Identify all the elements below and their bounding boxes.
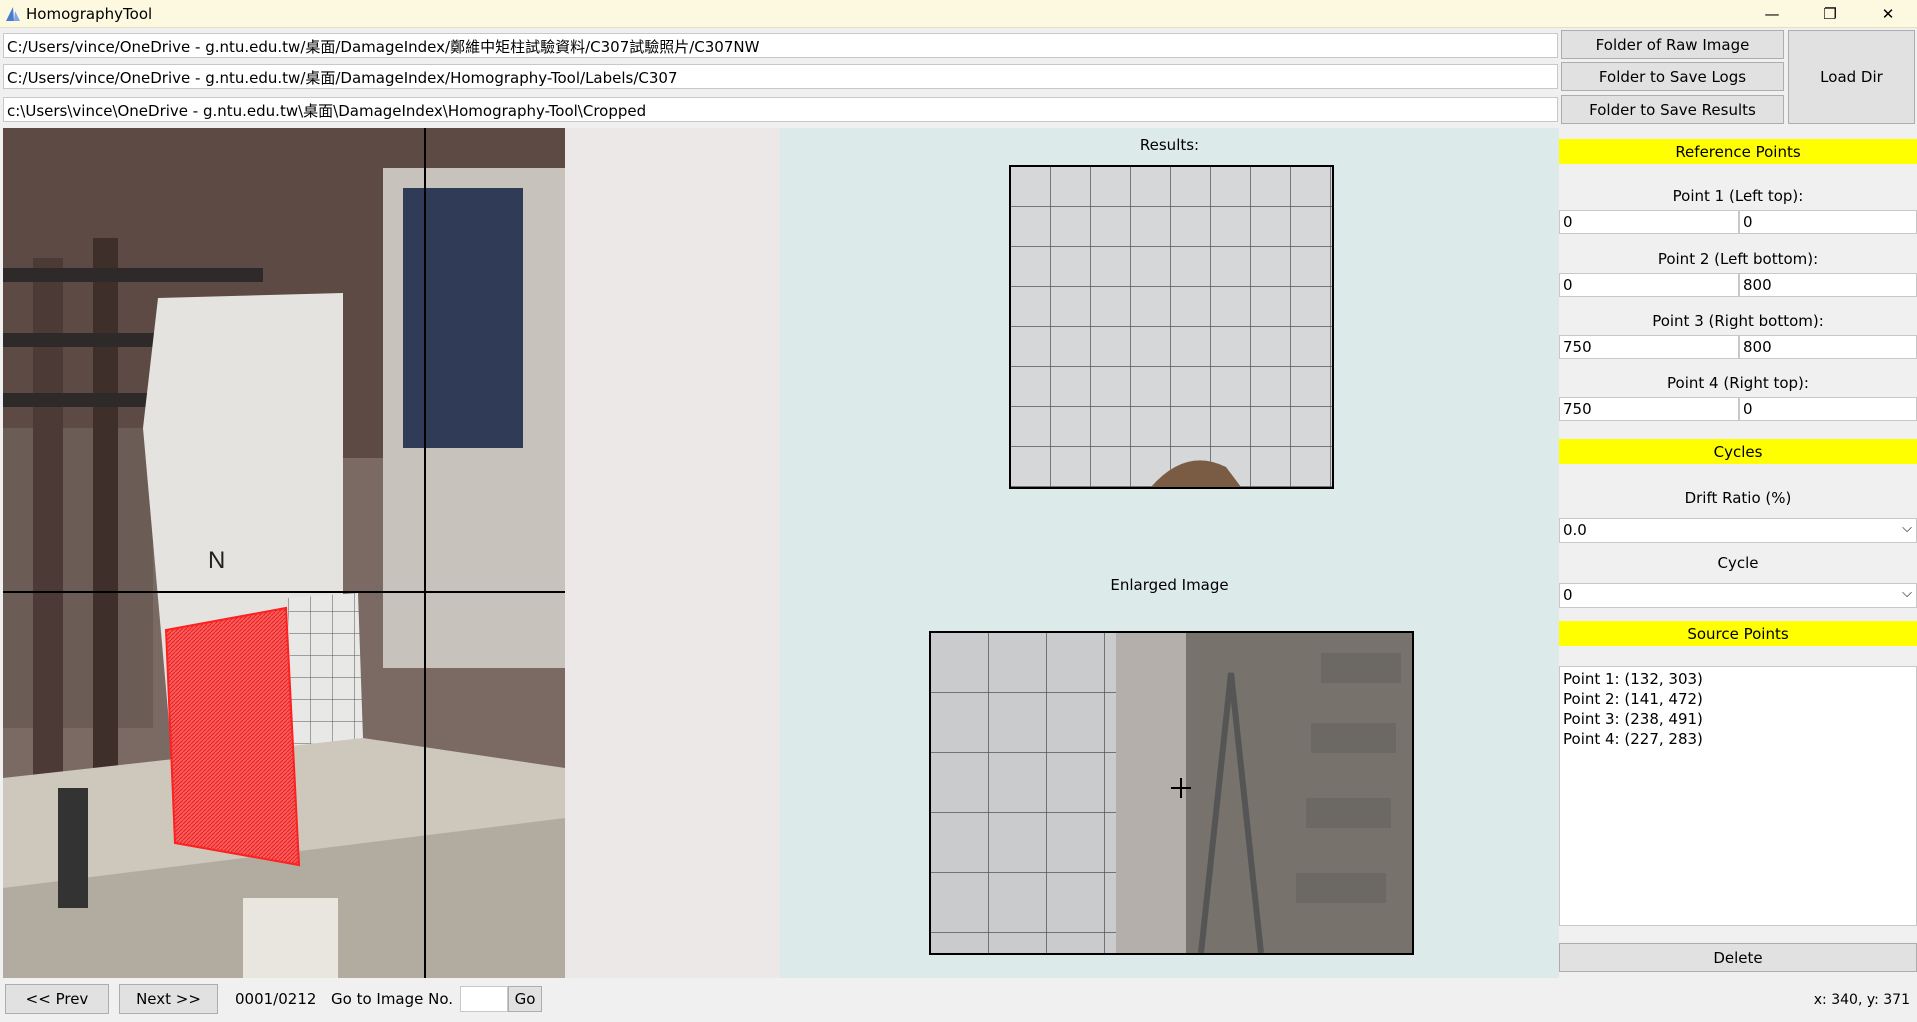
point2-label: Point 2 (Left bottom): (1657, 250, 1819, 268)
results-panel: Results: Enlarged Image (780, 128, 1559, 978)
selection-polygon[interactable] (164, 606, 301, 867)
list-item[interactable]: Point 2: (141, 472) (1563, 689, 1913, 709)
cycles-header: Cycles (1559, 439, 1917, 464)
results-grid (1011, 167, 1332, 487)
point1-y-field[interactable]: 0 (1739, 210, 1917, 234)
list-item[interactable]: Point 4: (227, 283) (1563, 729, 1913, 749)
close-icon: ✕ (1881, 5, 1895, 23)
point1-x-field[interactable]: 0 (1559, 210, 1739, 234)
sidebar: Reference Points Point 1 (Left top): 0 0… (1559, 128, 1917, 978)
restore-button[interactable]: ❐ (1801, 0, 1859, 28)
folder-save-results-button[interactable]: Folder to Save Results (1561, 95, 1784, 124)
point4-y-field[interactable]: 0 (1739, 397, 1917, 421)
point3-x-field[interactable]: 750 (1559, 335, 1739, 359)
results-path-field[interactable]: c:\Users\vince\OneDrive - g.ntu.edu.tw\桌… (3, 97, 1558, 122)
next-button[interactable]: Next >> (119, 984, 218, 1014)
list-item[interactable]: Point 1: (132, 303) (1563, 669, 1913, 689)
point3-y-field[interactable]: 800 (1739, 335, 1917, 359)
enlarged-scene (931, 633, 1412, 953)
title-bar: HomographyTool — ❐ ✕ (0, 0, 1917, 28)
minimize-button[interactable]: — (1743, 0, 1801, 28)
raw-image-path-field[interactable]: C:/Users/vince/OneDrive - g.ntu.edu.tw/桌… (3, 33, 1558, 58)
source-points-list[interactable]: Point 1: (132, 303) Point 2: (141, 472) … (1559, 666, 1917, 926)
enlarged-image (929, 631, 1414, 955)
prev-button[interactable]: << Prev (5, 984, 109, 1014)
drift-ratio-select[interactable]: 0.0 ⌵ (1559, 518, 1917, 543)
delete-button[interactable]: Delete (1559, 943, 1917, 972)
folder-save-logs-button[interactable]: Folder to Save Logs (1561, 62, 1784, 91)
chevron-down-icon: ⌵ (1902, 521, 1912, 536)
cycle-select[interactable]: 0 ⌵ (1559, 583, 1917, 608)
window-title: HomographyTool (26, 5, 153, 23)
reference-points-header: Reference Points (1559, 139, 1917, 164)
column-n-marker: N (208, 547, 225, 574)
cycle-label: Cycle (1717, 554, 1759, 572)
app-icon (6, 7, 20, 21)
results-label: Results: (1139, 136, 1200, 154)
raw-photo[interactable]: N (3, 128, 565, 978)
photo-scene: N (3, 128, 565, 978)
point3-label: Point 3 (Right bottom): (1652, 312, 1824, 330)
minimize-icon: — (1764, 5, 1780, 23)
go-button[interactable]: Go (508, 986, 542, 1012)
point4-x-field[interactable]: 750 (1559, 397, 1739, 421)
point4-label: Point 4 (Right top): (1667, 374, 1809, 392)
chevron-down-icon: ⌵ (1902, 586, 1912, 601)
list-item[interactable]: Point 3: (238, 491) (1563, 709, 1913, 729)
source-points-header: Source Points (1559, 621, 1917, 646)
goto-input[interactable] (460, 986, 508, 1012)
load-dir-button[interactable]: Load Dir (1788, 30, 1915, 124)
folder-raw-image-button[interactable]: Folder of Raw Image (1561, 30, 1784, 59)
drift-ratio-label: Drift Ratio (%) (1684, 489, 1792, 507)
restore-icon: ❐ (1823, 5, 1837, 23)
image-counter: 0001/0212 (235, 990, 317, 1008)
drift-ratio-value: 0.0 (1563, 521, 1587, 539)
enlarged-label: Enlarged Image (1110, 576, 1229, 594)
cursor-coords: x: 340, y: 371 (1813, 992, 1910, 1008)
goto-label: Go to Image No. (331, 990, 454, 1008)
close-button[interactable]: ✕ (1859, 0, 1917, 28)
results-image (1009, 165, 1334, 489)
point2-x-field[interactable]: 0 (1559, 273, 1739, 297)
point2-y-field[interactable]: 800 (1739, 273, 1917, 297)
bottom-bar: << Prev Next >> 0001/0212 Go to Image No… (0, 978, 1917, 1022)
image-viewer[interactable]: N (3, 128, 780, 978)
point1-label: Point 1 (Left top): (1672, 187, 1804, 205)
cycle-value: 0 (1563, 586, 1573, 604)
logs-path-field[interactable]: C:/Users/vince/OneDrive - g.ntu.edu.tw/桌… (3, 64, 1558, 89)
